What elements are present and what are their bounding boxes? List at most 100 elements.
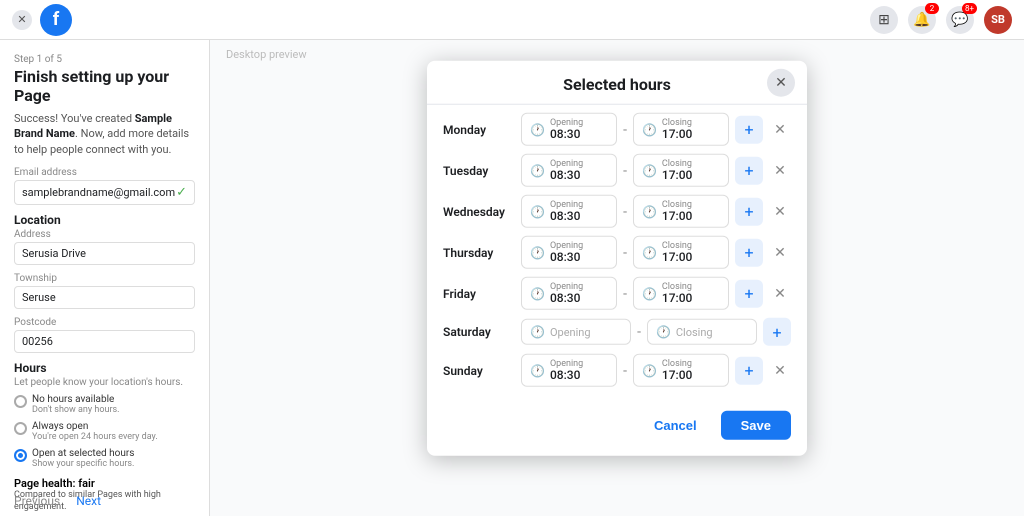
notification-badge-1: 2 <box>925 3 939 14</box>
clock-icon: 🕐 <box>530 245 545 259</box>
dialog-footer: Cancel Save <box>427 403 807 440</box>
clock-icon: 🕐 <box>642 163 657 177</box>
panel-description: Success! You've created Sample Brand Nam… <box>14 111 195 157</box>
monday-opening-field[interactable]: 🕐 Opening 08:30 <box>521 113 617 146</box>
friday-remove-button[interactable]: ✕ <box>769 282 791 304</box>
previous-button[interactable]: Previous <box>14 494 60 508</box>
topbar: ✕ f ⊞ 🔔 2 💬 8+ SB <box>0 0 1024 40</box>
hours-body: Monday 🕐 Opening 08:30 - 🕐 Closing 17:00 <box>427 105 807 403</box>
dash: - <box>623 285 627 301</box>
sunday-label: Sunday <box>443 363 515 377</box>
thursday-closing-field[interactable]: 🕐 Closing 17:00 <box>633 236 729 269</box>
dash: - <box>623 162 627 178</box>
tuesday-row: Tuesday 🕐 Opening 08:30 - 🕐 Closing 17:0… <box>443 154 791 187</box>
sunday-opening-field[interactable]: 🕐 Opening 08:30 <box>521 354 617 387</box>
radio-no-hours-circle[interactable] <box>14 395 27 408</box>
friday-opening-field[interactable]: 🕐 Opening 08:30 <box>521 277 617 310</box>
dialog-header: Selected hours ✕ <box>427 61 807 105</box>
hours-sub: Let people know your location's hours. <box>14 377 195 388</box>
thursday-label: Thursday <box>443 245 515 259</box>
friday-add-button[interactable]: + <box>735 279 763 307</box>
tuesday-closing-field[interactable]: 🕐 Closing 17:00 <box>633 154 729 187</box>
saturday-opening-field[interactable]: 🕐 Opening <box>521 319 631 345</box>
notification-badge-2: 8+ <box>962 3 977 14</box>
saturday-closing-field[interactable]: 🕐 Closing <box>647 319 757 345</box>
tuesday-label: Tuesday <box>443 163 515 177</box>
township-field: Seruse <box>14 286 195 309</box>
cancel-button[interactable]: Cancel <box>638 411 713 440</box>
left-panel: Step 1 of 5 Finish setting up your Page … <box>0 40 210 516</box>
monday-remove-button[interactable]: ✕ <box>769 118 791 140</box>
thursday-remove-button[interactable]: ✕ <box>769 241 791 263</box>
wednesday-add-button[interactable]: + <box>735 197 763 225</box>
avatar[interactable]: SB <box>984 6 1012 34</box>
clock-icon: 🕐 <box>642 245 657 259</box>
tuesday-add-button[interactable]: + <box>735 156 763 184</box>
hours-section-title: Hours <box>14 361 195 375</box>
next-button[interactable]: Next <box>76 494 101 508</box>
dash: - <box>623 121 627 137</box>
main-area: Desktop preview Selected hours ✕ Monday … <box>210 40 1024 516</box>
save-button[interactable]: Save <box>721 411 791 440</box>
sunday-remove-button[interactable]: ✕ <box>769 359 791 381</box>
sunday-row: Sunday 🕐 Opening 08:30 - 🕐 Closing 17:00 <box>443 354 791 387</box>
saturday-row: Saturday 🕐 Opening - 🕐 Closing + <box>443 318 791 346</box>
monday-closing-field[interactable]: 🕐 Closing 17:00 <box>633 113 729 146</box>
monday-add-button[interactable]: + <box>735 115 763 143</box>
saturday-add-button[interactable]: + <box>763 318 791 346</box>
clock-icon: 🕐 <box>530 204 545 218</box>
wednesday-closing-field[interactable]: 🕐 Closing 17:00 <box>633 195 729 228</box>
facebook-icon: f <box>40 4 72 36</box>
friday-row: Friday 🕐 Opening 08:30 - 🕐 Closing 17:00 <box>443 277 791 310</box>
messages-icon[interactable]: 💬 8+ <box>946 6 974 34</box>
panel-title: Finish setting up your Page <box>14 67 195 105</box>
wednesday-remove-button[interactable]: ✕ <box>769 200 791 222</box>
sunday-add-button[interactable]: + <box>735 356 763 384</box>
clock-icon: 🕐 <box>656 325 671 339</box>
clock-icon: 🕐 <box>530 286 545 300</box>
bottom-nav: Previous Next <box>14 494 101 508</box>
dialog-title: Selected hours <box>563 75 671 94</box>
email-label: Email address <box>14 167 195 178</box>
postcode-label: Postcode <box>14 317 195 328</box>
radio-selected-circle[interactable] <box>14 449 27 462</box>
dash: - <box>637 324 641 340</box>
dash: - <box>623 362 627 378</box>
radio-selected-hours[interactable]: Open at selected hours Show your specifi… <box>14 448 195 469</box>
monday-label: Monday <box>443 122 515 136</box>
health-title: Page health: fair <box>14 477 195 490</box>
close-tab-button[interactable]: ✕ <box>12 10 32 30</box>
dialog-close-button[interactable]: ✕ <box>767 68 795 96</box>
radio-no-hours[interactable]: No hours available Don't show any hours. <box>14 394 195 415</box>
saturday-label: Saturday <box>443 325 515 339</box>
step-label: Step 1 of 5 <box>14 54 195 65</box>
clock-icon: 🕐 <box>642 122 657 136</box>
clock-icon: 🕐 <box>530 325 545 339</box>
clock-icon: 🕐 <box>530 163 545 177</box>
tuesday-remove-button[interactable]: ✕ <box>769 159 791 181</box>
address-field: Serusia Drive <box>14 242 195 265</box>
thursday-add-button[interactable]: + <box>735 238 763 266</box>
thursday-row: Thursday 🕐 Opening 08:30 - 🕐 Closing 17:… <box>443 236 791 269</box>
address-label: Address <box>14 229 195 240</box>
email-verified-icon: ✓ <box>176 185 187 200</box>
grid-icon[interactable]: ⊞ <box>870 6 898 34</box>
clock-icon: 🕐 <box>642 204 657 218</box>
wednesday-opening-field[interactable]: 🕐 Opening 08:30 <box>521 195 617 228</box>
radio-always-open[interactable]: Always open You're open 24 hours every d… <box>14 421 195 442</box>
monday-row: Monday 🕐 Opening 08:30 - 🕐 Closing 17:00 <box>443 113 791 146</box>
notifications-icon[interactable]: 🔔 2 <box>908 6 936 34</box>
clock-icon: 🕐 <box>642 286 657 300</box>
selected-hours-dialog: Selected hours ✕ Monday 🕐 Opening 08:30 … <box>427 61 807 456</box>
wednesday-row: Wednesday 🕐 Opening 08:30 - 🕐 Closing 17… <box>443 195 791 228</box>
clock-icon: 🕐 <box>530 363 545 377</box>
thursday-opening-field[interactable]: 🕐 Opening 08:30 <box>521 236 617 269</box>
friday-closing-field[interactable]: 🕐 Closing 17:00 <box>633 277 729 310</box>
email-field: samplebrandname@gmail.com ✓ <box>14 180 195 205</box>
clock-icon: 🕐 <box>530 122 545 136</box>
radio-always-circle[interactable] <box>14 422 27 435</box>
tuesday-opening-field[interactable]: 🕐 Opening 08:30 <box>521 154 617 187</box>
location-section-title: Location <box>14 213 195 227</box>
sunday-closing-field[interactable]: 🕐 Closing 17:00 <box>633 354 729 387</box>
topbar-right: ⊞ 🔔 2 💬 8+ SB <box>870 6 1012 34</box>
